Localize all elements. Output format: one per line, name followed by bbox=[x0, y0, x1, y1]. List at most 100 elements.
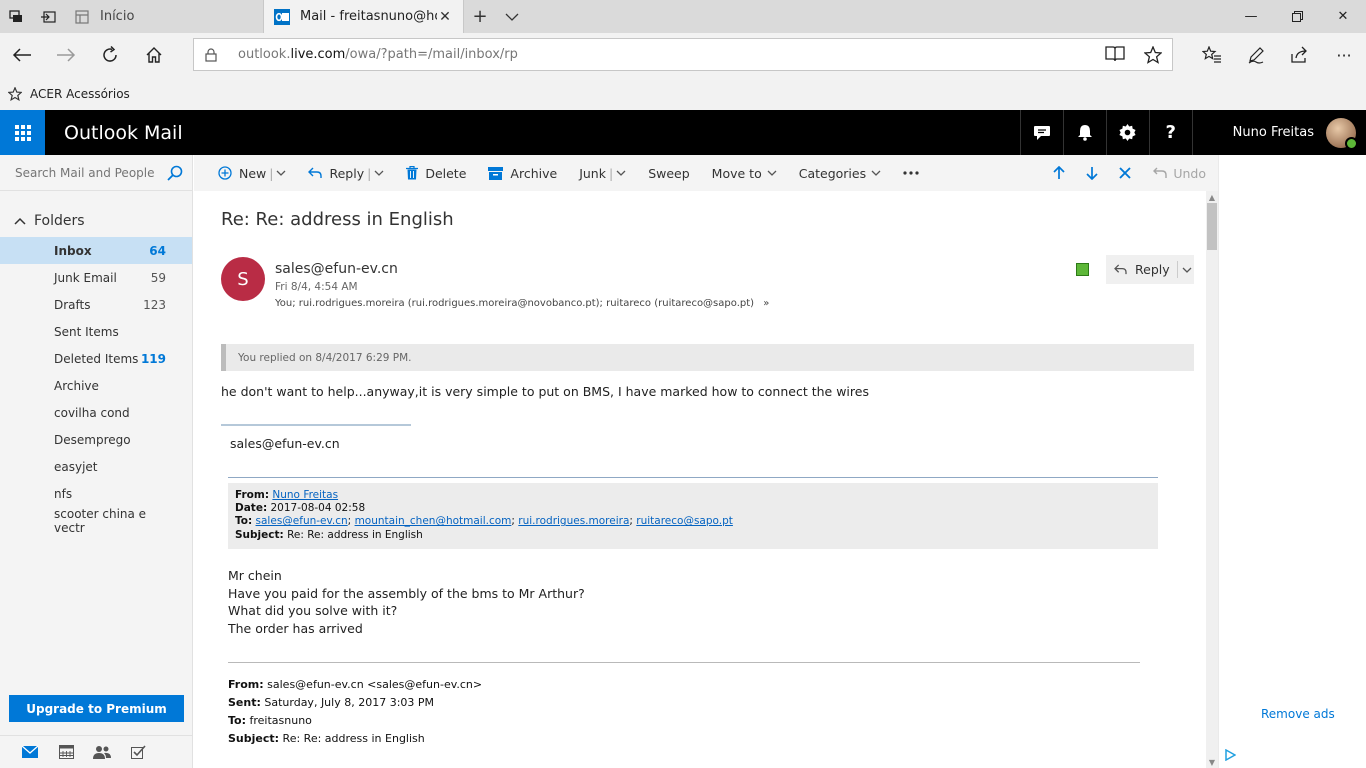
to-link[interactable]: mountain_chen@hotmail.com bbox=[355, 515, 512, 527]
reply-split-button[interactable]: Reply bbox=[1106, 255, 1194, 284]
sidebar-item-archive[interactable]: Archive bbox=[0, 372, 192, 399]
back-arrow-icon[interactable] bbox=[0, 33, 44, 77]
pen-notes-icon[interactable] bbox=[1234, 33, 1278, 77]
item-count: 123 bbox=[143, 297, 166, 312]
junk-label: Junk bbox=[579, 165, 606, 181]
value: Re: Re: address in English bbox=[282, 732, 425, 745]
tasks-icon[interactable] bbox=[120, 745, 156, 759]
to-link[interactable]: rui.rodrigues.moreira bbox=[518, 515, 629, 527]
sidebar-item-drafts[interactable]: Drafts 123 bbox=[0, 291, 192, 318]
sidebar-item-covilha-cond[interactable]: covilha cond bbox=[0, 399, 192, 426]
quoted-line: What did you solve with it? bbox=[228, 603, 398, 619]
unread-count: 119 bbox=[140, 351, 166, 366]
calendar-icon[interactable] bbox=[48, 745, 84, 759]
sender-name[interactable]: sales@efun-ev.cn bbox=[275, 261, 398, 277]
close-window-icon[interactable]: ✕ bbox=[1320, 0, 1366, 33]
sidebar-item-inbox[interactable]: Inbox 64 bbox=[0, 237, 192, 264]
forward-arrow-icon[interactable] bbox=[44, 33, 88, 77]
replied-notice[interactable]: You replied on 8/4/2017 6:29 PM. bbox=[221, 344, 1194, 371]
upgrade-button[interactable]: Upgrade to Premium bbox=[9, 695, 184, 722]
reading-view-icon[interactable] bbox=[1096, 45, 1134, 64]
label: Subject: bbox=[235, 528, 284, 541]
reading-pane: Re: Re: address in English S sales@efun-… bbox=[194, 191, 1206, 768]
divider: | bbox=[269, 165, 274, 181]
from-link[interactable]: Nuno Freitas bbox=[272, 489, 338, 501]
more-options-icon[interactable]: ··· bbox=[1322, 33, 1366, 77]
app-launcher-icon[interactable] bbox=[0, 110, 45, 155]
folder-name: Drafts bbox=[54, 297, 91, 312]
expand-recipients-icon[interactable]: » bbox=[763, 298, 769, 309]
sidebar-item-deleted-items[interactable]: Deleted Items 119 bbox=[0, 345, 192, 372]
sidebar-item-desemprego[interactable]: Desemprego bbox=[0, 426, 192, 453]
category-flag-icon[interactable] bbox=[1076, 263, 1089, 276]
app-title[interactable]: Outlook Mail bbox=[64, 122, 183, 144]
address-bar[interactable]: outlook.live.com/owa/?path=/mail/inbox/r… bbox=[193, 38, 1173, 71]
favorites-hub-icon[interactable] bbox=[1190, 33, 1234, 77]
favorite-star-icon[interactable] bbox=[1134, 45, 1172, 64]
chat-icon[interactable] bbox=[1019, 110, 1063, 155]
people-icon[interactable] bbox=[84, 745, 120, 759]
mail-icon[interactable] bbox=[12, 746, 48, 758]
sidebar-item-easyjet[interactable]: easyjet bbox=[0, 453, 192, 480]
delete-button[interactable]: Delete bbox=[406, 166, 466, 181]
gear-icon[interactable] bbox=[1105, 110, 1149, 155]
tab-preview-chevron-icon[interactable] bbox=[496, 0, 528, 33]
chevron-down-icon[interactable] bbox=[616, 170, 626, 176]
sender-avatar[interactable]: S bbox=[221, 257, 265, 301]
bell-icon[interactable] bbox=[1062, 110, 1106, 155]
sidebar-item-sent-items[interactable]: Sent Items bbox=[0, 318, 192, 345]
refresh-icon[interactable] bbox=[88, 33, 132, 77]
reading-pane-scrollbar[interactable]: ▲ ▼ bbox=[1206, 191, 1218, 768]
remove-ads-link[interactable]: Remove ads bbox=[1261, 707, 1335, 721]
chevron-down-icon[interactable] bbox=[374, 170, 384, 176]
folder-name: Junk Email bbox=[54, 270, 117, 285]
share-icon[interactable] bbox=[1278, 33, 1322, 77]
scroll-down-arrow-icon[interactable]: ▼ bbox=[1206, 756, 1218, 768]
minimize-icon[interactable]: — bbox=[1228, 0, 1274, 33]
set-tabs-aside-icon[interactable] bbox=[32, 0, 64, 33]
recipients[interactable]: You; rui.rodrigues.moreira (rui.rodrigue… bbox=[275, 298, 769, 309]
to-link[interactable]: ruitareco@sapo.pt bbox=[636, 515, 733, 527]
reply-button[interactable]: Reply | bbox=[308, 166, 384, 181]
online-status-icon bbox=[1345, 136, 1358, 150]
tab-inicio[interactable]: Início bbox=[64, 0, 264, 33]
sidebar-item-junk-email[interactable]: Junk Email 59 bbox=[0, 264, 192, 291]
tab-manager-icon[interactable] bbox=[0, 0, 32, 33]
search-input[interactable] bbox=[15, 165, 155, 180]
categories-button[interactable]: Categories bbox=[799, 166, 881, 181]
sweep-button[interactable]: Sweep bbox=[648, 166, 689, 181]
favorite-link[interactable]: ACER Acessórios bbox=[30, 87, 130, 101]
chevron-down-icon[interactable] bbox=[276, 170, 286, 176]
close-tab-icon[interactable]: ✕ bbox=[437, 9, 453, 25]
user-menu[interactable]: Nuno Freitas bbox=[1191, 110, 1366, 155]
next-message-arrow-icon[interactable] bbox=[1075, 166, 1108, 180]
sidebar-item-scooter-china[interactable]: scooter china e vectr bbox=[0, 507, 192, 535]
to-link[interactable]: sales@efun-ev.cn bbox=[256, 515, 348, 527]
url-text[interactable]: outlook.live.com/owa/?path=/mail/inbox/r… bbox=[228, 47, 1096, 62]
restore-icon[interactable] bbox=[1274, 0, 1320, 33]
move-to-label: Move to bbox=[711, 165, 762, 181]
adchoices-icon[interactable] bbox=[1224, 749, 1236, 761]
more-commands-icon[interactable] bbox=[903, 171, 919, 175]
help-icon[interactable]: ? bbox=[1148, 110, 1192, 155]
chevron-down-icon[interactable] bbox=[1182, 267, 1192, 273]
new-tab-icon[interactable]: + bbox=[464, 0, 496, 33]
folders-header[interactable]: Folders bbox=[0, 205, 192, 237]
folder-name: Sent Items bbox=[54, 324, 119, 339]
new-button[interactable]: New | bbox=[218, 166, 286, 181]
sidebar-item-nfs[interactable]: nfs bbox=[0, 480, 192, 507]
move-to-button[interactable]: Move to bbox=[712, 166, 777, 181]
scroll-thumb[interactable] bbox=[1207, 203, 1217, 250]
lock-icon[interactable] bbox=[194, 47, 228, 62]
message-body: he don't want to help...anyway,it is ver… bbox=[221, 384, 869, 399]
junk-button[interactable]: Junk | bbox=[579, 166, 626, 181]
tab-outlook-mail[interactable]: Mail - freitasnuno@hotmail.com ✕ bbox=[264, 0, 464, 33]
previous-message-arrow-icon[interactable] bbox=[1042, 166, 1075, 180]
undo-button[interactable]: Undo bbox=[1153, 166, 1206, 181]
search-icon[interactable] bbox=[167, 165, 183, 181]
close-message-icon[interactable] bbox=[1108, 167, 1141, 179]
home-icon[interactable] bbox=[132, 33, 176, 77]
label: From: bbox=[235, 489, 270, 501]
archive-button[interactable]: Archive bbox=[488, 166, 557, 181]
scroll-up-arrow-icon[interactable]: ▲ bbox=[1206, 191, 1218, 203]
